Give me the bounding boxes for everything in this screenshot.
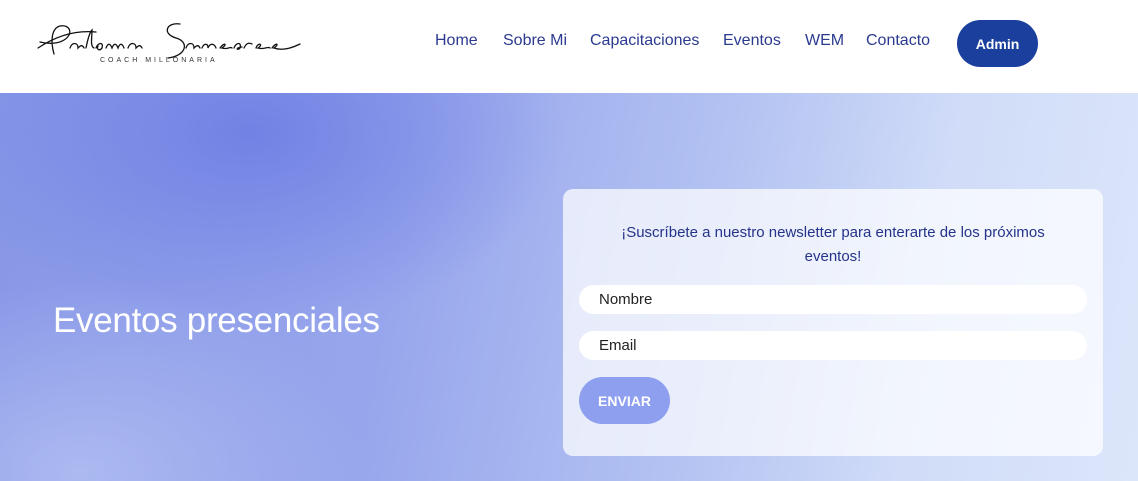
main-nav: Home Sobre Mi Capacitaciones Eventos WEM… — [0, 0, 1138, 93]
email-field[interactable] — [579, 331, 1087, 360]
page-title: Eventos presenciales — [53, 301, 380, 340]
site-header: COACH MILLONARIA Home Sobre Mi Capacitac… — [0, 0, 1138, 93]
nav-contacto[interactable]: Contacto — [866, 32, 930, 50]
nav-wem[interactable]: WEM — [805, 32, 844, 50]
hero-section: Eventos presenciales ¡Suscríbete a nuest… — [0, 93, 1138, 481]
newsletter-text: ¡Suscríbete a nuestro newsletter para en… — [621, 224, 1045, 265]
admin-button[interactable]: Admin — [957, 20, 1038, 67]
nav-home[interactable]: Home — [435, 32, 478, 50]
nav-eventos[interactable]: Eventos — [723, 32, 781, 50]
name-field[interactable] — [579, 285, 1087, 314]
nav-capacitaciones[interactable]: Capacitaciones — [590, 32, 699, 50]
nav-sobre-mi[interactable]: Sobre Mi — [503, 32, 567, 50]
submit-button[interactable]: ENVIAR — [579, 377, 670, 424]
newsletter-card: ¡Suscríbete a nuestro newsletter para en… — [563, 189, 1103, 456]
